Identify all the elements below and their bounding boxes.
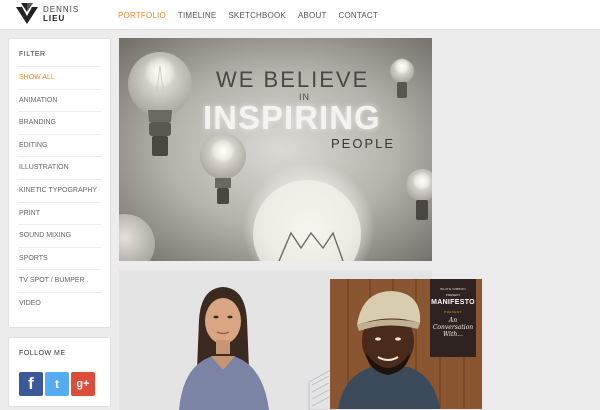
dl-logo-mark-icon: [16, 3, 38, 24]
filter-sound-mixing[interactable]: SOUND MIXING: [18, 224, 101, 247]
nav-sketchbook[interactable]: SKETCHBOOK: [228, 11, 286, 20]
poster-kicker: PRESENT: [444, 310, 462, 314]
filter-kinetic-typography[interactable]: KINETIC TYPOGRAPHY: [18, 178, 101, 202]
filter-editing[interactable]: EDITING: [18, 133, 101, 157]
brand-name: DENNIS LIEU: [43, 5, 79, 23]
follow-title: FOLLOW ME: [19, 350, 66, 357]
nav-about[interactable]: ABOUT: [298, 11, 327, 20]
follow-panel: FOLLOW ME f t g+: [8, 337, 111, 407]
top-bar: DENNIS LIEU PORTFOLIO TIMELINE SKETCHBOO…: [0, 0, 600, 30]
nav-portfolio[interactable]: PORTFOLIO: [118, 11, 166, 20]
filter-illustration[interactable]: ILLUSTRATION: [18, 156, 101, 179]
portfolio-tile-inspiring-people[interactable]: WE BELIEVE IN INSPIRING PEOPLE: [119, 38, 432, 261]
filter-list: SHOW ALL ANIMATION BRANDING EDITING ILLU…: [18, 66, 101, 315]
filter-print[interactable]: PRINT: [18, 201, 101, 225]
poster-subtitle: An Conversation With...: [432, 317, 474, 338]
poster-brand: WHITE RIBBON: [440, 287, 466, 291]
hero-headline-inspiring: INSPIRING: [203, 99, 381, 136]
twitter-icon[interactable]: t: [45, 372, 69, 396]
hero-headline-we-believe: WE BELIEVE: [216, 67, 370, 92]
filter-branding[interactable]: BRANDING: [18, 111, 101, 134]
social-links: f t g+: [19, 372, 97, 396]
filter-animation[interactable]: ANIMATION: [18, 88, 101, 112]
poster-present-label: PRESENT: [445, 293, 461, 297]
filter-title: FILTER: [19, 51, 46, 58]
filter-panel: FILTER SHOW ALL ANIMATION BRANDING EDITI…: [8, 38, 111, 328]
portfolio-tile-manifesto-poster[interactable]: WHITE RIBBON PRESENT MANIFESTO PRESENT A…: [330, 279, 482, 409]
google-plus-icon[interactable]: g+: [71, 372, 95, 396]
poster-title: MANIFESTO: [431, 299, 475, 306]
filter-sports[interactable]: SPORTS: [18, 246, 101, 270]
hero-headline-people: PEOPLE: [331, 136, 396, 151]
filter-show-all[interactable]: SHOW ALL: [18, 66, 101, 89]
brand-name-line2: LIEU: [43, 14, 66, 23]
filter-video[interactable]: VIDEO: [18, 291, 101, 315]
facebook-icon[interactable]: f: [19, 372, 43, 396]
poster-banner: WHITE RIBBON PRESENT MANIFESTO PRESENT A…: [430, 279, 476, 357]
nav-timeline[interactable]: TIMELINE: [178, 11, 217, 20]
brand-name-line1: DENNIS: [43, 5, 80, 14]
site-logo[interactable]: DENNIS LIEU: [16, 3, 79, 25]
main-nav: PORTFOLIO TIMELINE SKETCHBOOK ABOUT CONT…: [112, 0, 384, 30]
filter-tv-spot-bumper[interactable]: TV SPOT / BUMPER: [18, 269, 101, 292]
nav-contact[interactable]: CONTACT: [339, 11, 378, 20]
